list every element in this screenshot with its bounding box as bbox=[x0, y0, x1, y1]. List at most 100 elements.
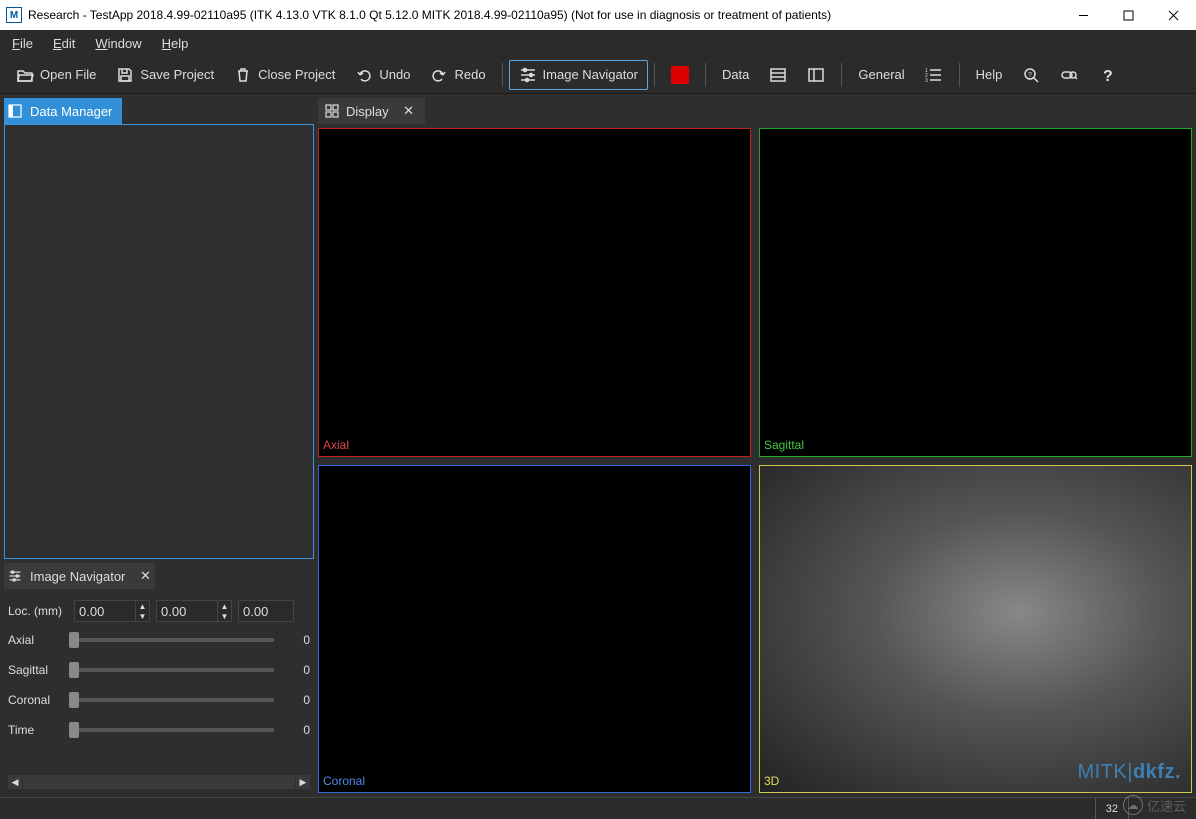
scroll-track[interactable] bbox=[23, 775, 295, 789]
steps-icon: 123 bbox=[925, 66, 943, 84]
window-controls bbox=[1061, 0, 1196, 30]
redo-icon bbox=[430, 66, 448, 84]
help-label: Help bbox=[976, 67, 1003, 82]
undo-icon bbox=[355, 66, 373, 84]
data-manager-body[interactable] bbox=[4, 124, 314, 559]
3d-view-label: 3D bbox=[764, 774, 779, 788]
image-navigator-tab[interactable]: Image Navigator ✕ bbox=[4, 563, 155, 589]
axial-slider[interactable] bbox=[69, 638, 274, 642]
spin-down-button[interactable]: ▼ bbox=[135, 611, 149, 621]
general-label: General bbox=[858, 67, 904, 82]
app-icon: M bbox=[6, 7, 22, 23]
display-tab[interactable]: Display ✕ bbox=[318, 98, 425, 124]
data-label: Data bbox=[722, 67, 749, 82]
axial-view-label: Axial bbox=[323, 438, 349, 452]
scroll-left-button[interactable]: ◀ bbox=[8, 775, 22, 789]
window-title: Research - TestApp 2018.4.99-02110a95 (I… bbox=[28, 8, 831, 22]
slider-label: Time bbox=[8, 723, 63, 737]
minimize-button[interactable] bbox=[1061, 0, 1106, 30]
data-button[interactable]: Data bbox=[712, 60, 759, 90]
loc-y-value: 0.00 bbox=[161, 604, 186, 619]
open-file-label: Open File bbox=[40, 67, 96, 82]
display-grid-icon bbox=[322, 104, 342, 118]
status-bar: 32 bbox=[0, 797, 1196, 819]
about-button[interactable]: ? bbox=[1088, 60, 1126, 90]
sagittal-view[interactable]: Sagittal bbox=[759, 128, 1192, 457]
display-tab-label: Display bbox=[342, 104, 399, 119]
undo-button[interactable]: Undo bbox=[345, 60, 420, 90]
scroll-right-button[interactable]: ▶ bbox=[296, 775, 310, 789]
loc-x-value: 0.00 bbox=[79, 604, 104, 619]
minimize-icon bbox=[1078, 10, 1089, 21]
main-body: Data Manager Image Navigator ✕ Loc. (mm)… bbox=[0, 94, 1196, 797]
status-cell bbox=[1128, 798, 1188, 819]
axial-slider-value: 0 bbox=[280, 633, 310, 647]
display-tab-row: Display ✕ bbox=[318, 98, 1192, 124]
general-button[interactable]: General bbox=[848, 60, 914, 90]
layout-icon bbox=[807, 66, 825, 84]
examine-button[interactable] bbox=[1050, 60, 1088, 90]
time-slider[interactable] bbox=[69, 728, 274, 732]
status-cell: 32 bbox=[1095, 798, 1128, 819]
loc-y-input[interactable]: 0.00 ▲▼ bbox=[156, 600, 232, 622]
toolbar-separator bbox=[841, 63, 842, 87]
svg-text:3: 3 bbox=[925, 78, 928, 84]
center-column: Display ✕ Axial Sagittal Coronal 3D MITK… bbox=[318, 94, 1196, 797]
panel-icon bbox=[4, 104, 26, 118]
image-navigator-panel: Image Navigator ✕ Loc. (mm) 0.00▲▼ 0.00▲… bbox=[4, 563, 314, 793]
maximize-icon bbox=[1123, 10, 1134, 21]
close-icon bbox=[1168, 10, 1179, 21]
list-view-button[interactable] bbox=[759, 60, 797, 90]
inspect-button[interactable]: ? bbox=[1012, 60, 1050, 90]
spin-up-button[interactable]: ▲ bbox=[135, 601, 149, 611]
data-manager-tab-label: Data Manager bbox=[26, 104, 122, 119]
color-swatch-button[interactable] bbox=[661, 60, 699, 90]
image-navigator-button[interactable]: Image Navigator bbox=[509, 60, 648, 90]
data-manager-panel: Data Manager bbox=[4, 98, 314, 559]
toolbar-separator bbox=[654, 63, 655, 87]
close-tab-button[interactable]: ✕ bbox=[399, 103, 419, 119]
redo-button[interactable]: Redo bbox=[420, 60, 495, 90]
help-button[interactable]: Help bbox=[966, 60, 1013, 90]
save-project-button[interactable]: Save Project bbox=[106, 60, 224, 90]
toolbar: Open File Save Project Close Project Und… bbox=[0, 56, 1196, 94]
loc-z-input[interactable]: 0.00 bbox=[238, 600, 294, 622]
steps-button[interactable]: 123 bbox=[915, 60, 953, 90]
toolbar-separator bbox=[959, 63, 960, 87]
open-file-button[interactable]: Open File bbox=[6, 60, 106, 90]
axial-view[interactable]: Axial bbox=[318, 128, 751, 457]
3d-view[interactable]: 3D MITK|dkfz. bbox=[759, 465, 1192, 794]
menu-window[interactable]: Window bbox=[87, 33, 149, 54]
sliders-icon bbox=[4, 569, 26, 583]
loc-x-input[interactable]: 0.00 ▲▼ bbox=[74, 600, 150, 622]
layout-button[interactable] bbox=[797, 60, 835, 90]
close-button[interactable] bbox=[1151, 0, 1196, 30]
sagittal-slider-value: 0 bbox=[280, 663, 310, 677]
menu-file[interactable]: File bbox=[4, 33, 41, 54]
spin-up-button[interactable]: ▲ bbox=[217, 601, 231, 611]
open-folder-icon bbox=[16, 66, 34, 84]
close-panel-button[interactable]: ✕ bbox=[135, 568, 155, 584]
coronal-view-label: Coronal bbox=[323, 774, 365, 788]
slider-label: Axial bbox=[8, 633, 63, 647]
close-project-button[interactable]: Close Project bbox=[224, 60, 345, 90]
panel-scrollbar[interactable]: ◀ ▶ bbox=[8, 775, 310, 789]
menu-edit[interactable]: Edit bbox=[45, 33, 83, 54]
trash-icon bbox=[234, 66, 252, 84]
examine-icon bbox=[1060, 66, 1078, 84]
slider-handle[interactable] bbox=[69, 632, 79, 648]
time-slider-value: 0 bbox=[280, 723, 310, 737]
slider-handle[interactable] bbox=[69, 662, 79, 678]
toolbar-separator bbox=[502, 63, 503, 87]
maximize-button[interactable] bbox=[1106, 0, 1151, 30]
title-bar: M Research - TestApp 2018.4.99-02110a95 … bbox=[0, 0, 1196, 30]
menu-help[interactable]: Help bbox=[154, 33, 197, 54]
sagittal-slider[interactable] bbox=[69, 668, 274, 672]
slider-handle[interactable] bbox=[69, 692, 79, 708]
data-manager-tab[interactable]: Data Manager bbox=[4, 98, 122, 124]
sagittal-view-label: Sagittal bbox=[764, 438, 804, 452]
coronal-slider[interactable] bbox=[69, 698, 274, 702]
slider-handle[interactable] bbox=[69, 722, 79, 738]
coronal-view[interactable]: Coronal bbox=[318, 465, 751, 794]
spin-down-button[interactable]: ▼ bbox=[217, 611, 231, 621]
